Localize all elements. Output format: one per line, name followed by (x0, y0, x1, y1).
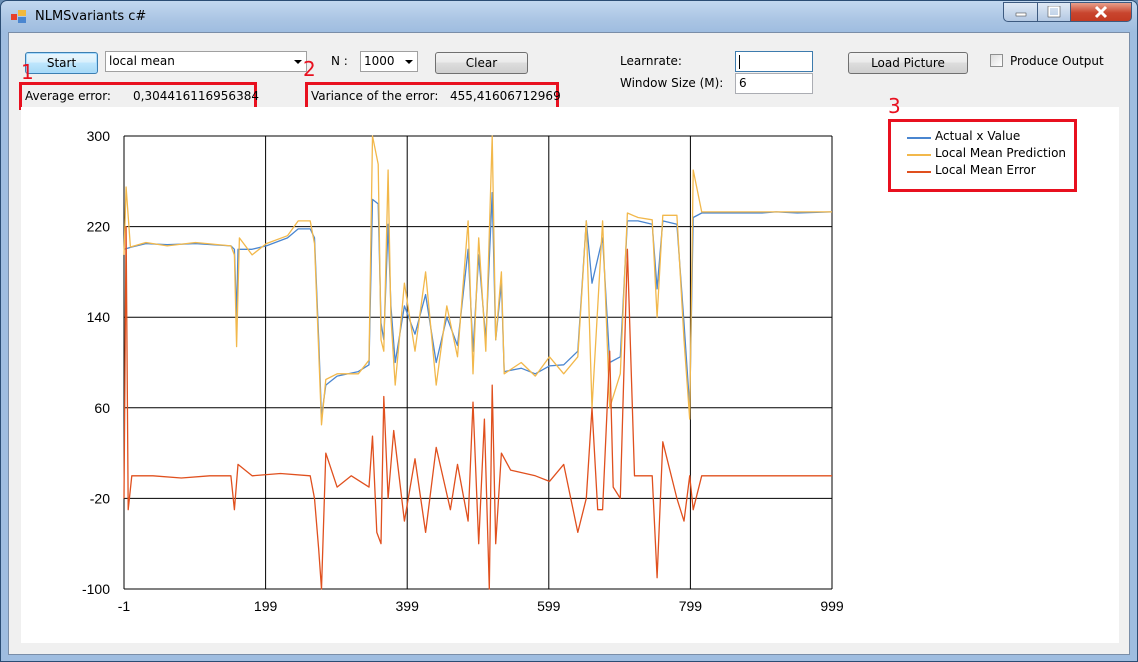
x-tick-label: 599 (537, 598, 561, 614)
n-select[interactable]: 1000 (360, 51, 418, 72)
y-tick-label: -20 (90, 490, 110, 506)
line-chart: -1 199 399 599 799 999 300 220 140 60 -20 -100 (82, 128, 844, 614)
app-window: NLMSvariants c# Start local mean N : 100… (0, 0, 1138, 662)
x-tick-label: 999 (820, 598, 844, 614)
window-title: NLMSvariants c# (35, 9, 147, 24)
y-tick-label: 140 (87, 309, 111, 325)
x-tick-label: 799 (679, 598, 703, 614)
window-size-value: 6 (739, 76, 747, 90)
chevron-down-icon (405, 60, 413, 64)
learnrate-label: Learnrate: (620, 54, 682, 68)
legend-swatch (907, 137, 931, 139)
n-label: N : (331, 54, 348, 68)
close-icon (1094, 5, 1108, 19)
y-tick-label: -100 (82, 581, 110, 597)
annotation-number-3: 3 (888, 94, 901, 118)
produce-output-label[interactable]: Produce Output (1010, 54, 1104, 68)
x-tick-label: 399 (396, 598, 420, 614)
maximize-button[interactable] (1037, 2, 1071, 22)
y-tick-label: 220 (87, 219, 111, 235)
start-button[interactable]: Start (25, 52, 98, 74)
average-error-value: 0,304416116956384 (133, 89, 259, 103)
legend-label: Local Mean Prediction (935, 146, 1067, 160)
window-size-label: Window Size (M): (620, 76, 724, 90)
n-select-value: 1000 (364, 54, 395, 68)
x-tick-label: 199 (254, 598, 278, 614)
variance-value: 455,41606712969 (450, 89, 561, 103)
learnrate-input[interactable] (735, 51, 813, 72)
minimize-button[interactable] (1003, 2, 1038, 22)
legend-label: Local Mean Error (935, 163, 1036, 177)
legend-swatch (907, 154, 931, 156)
legend-label: Actual x Value (935, 129, 1021, 143)
legend-swatch (907, 171, 931, 173)
text-caret (739, 55, 740, 69)
chevron-down-icon (294, 60, 302, 64)
produce-output-checkbox[interactable] (990, 54, 1003, 67)
title-bar[interactable]: NLMSvariants c# (1, 1, 1137, 33)
window-size-input[interactable]: 6 (735, 73, 813, 94)
clear-button[interactable]: Clear (435, 52, 528, 74)
annotation-number-2: 2 (303, 57, 316, 81)
y-tick-label: 60 (94, 400, 110, 416)
load-picture-button[interactable]: Load Picture (848, 52, 968, 74)
x-tick-label: -1 (118, 598, 131, 614)
y-tick-label: 300 (87, 128, 111, 144)
client-area: Start local mean N : 1000 Clear Learnrat… (8, 32, 1130, 655)
maximize-icon (1047, 6, 1061, 18)
annotation-number-1: 1 (21, 60, 34, 84)
app-icon (11, 10, 26, 23)
minimize-icon (1015, 12, 1026, 17)
series-line (123, 135, 832, 426)
chart-legend: Actual x Value Local Mean Prediction Local… (899, 129, 1069, 185)
average-error-label: Average error: (25, 89, 111, 103)
variance-label: Variance of the error: (311, 89, 439, 103)
close-button[interactable] (1070, 2, 1132, 22)
chart-panel: -1 199 399 599 799 999 300 220 140 60 -20 -100 3 Ac… (21, 94, 1119, 643)
mode-select[interactable]: local mean (105, 51, 307, 72)
mode-select-value: local mean (109, 54, 175, 68)
